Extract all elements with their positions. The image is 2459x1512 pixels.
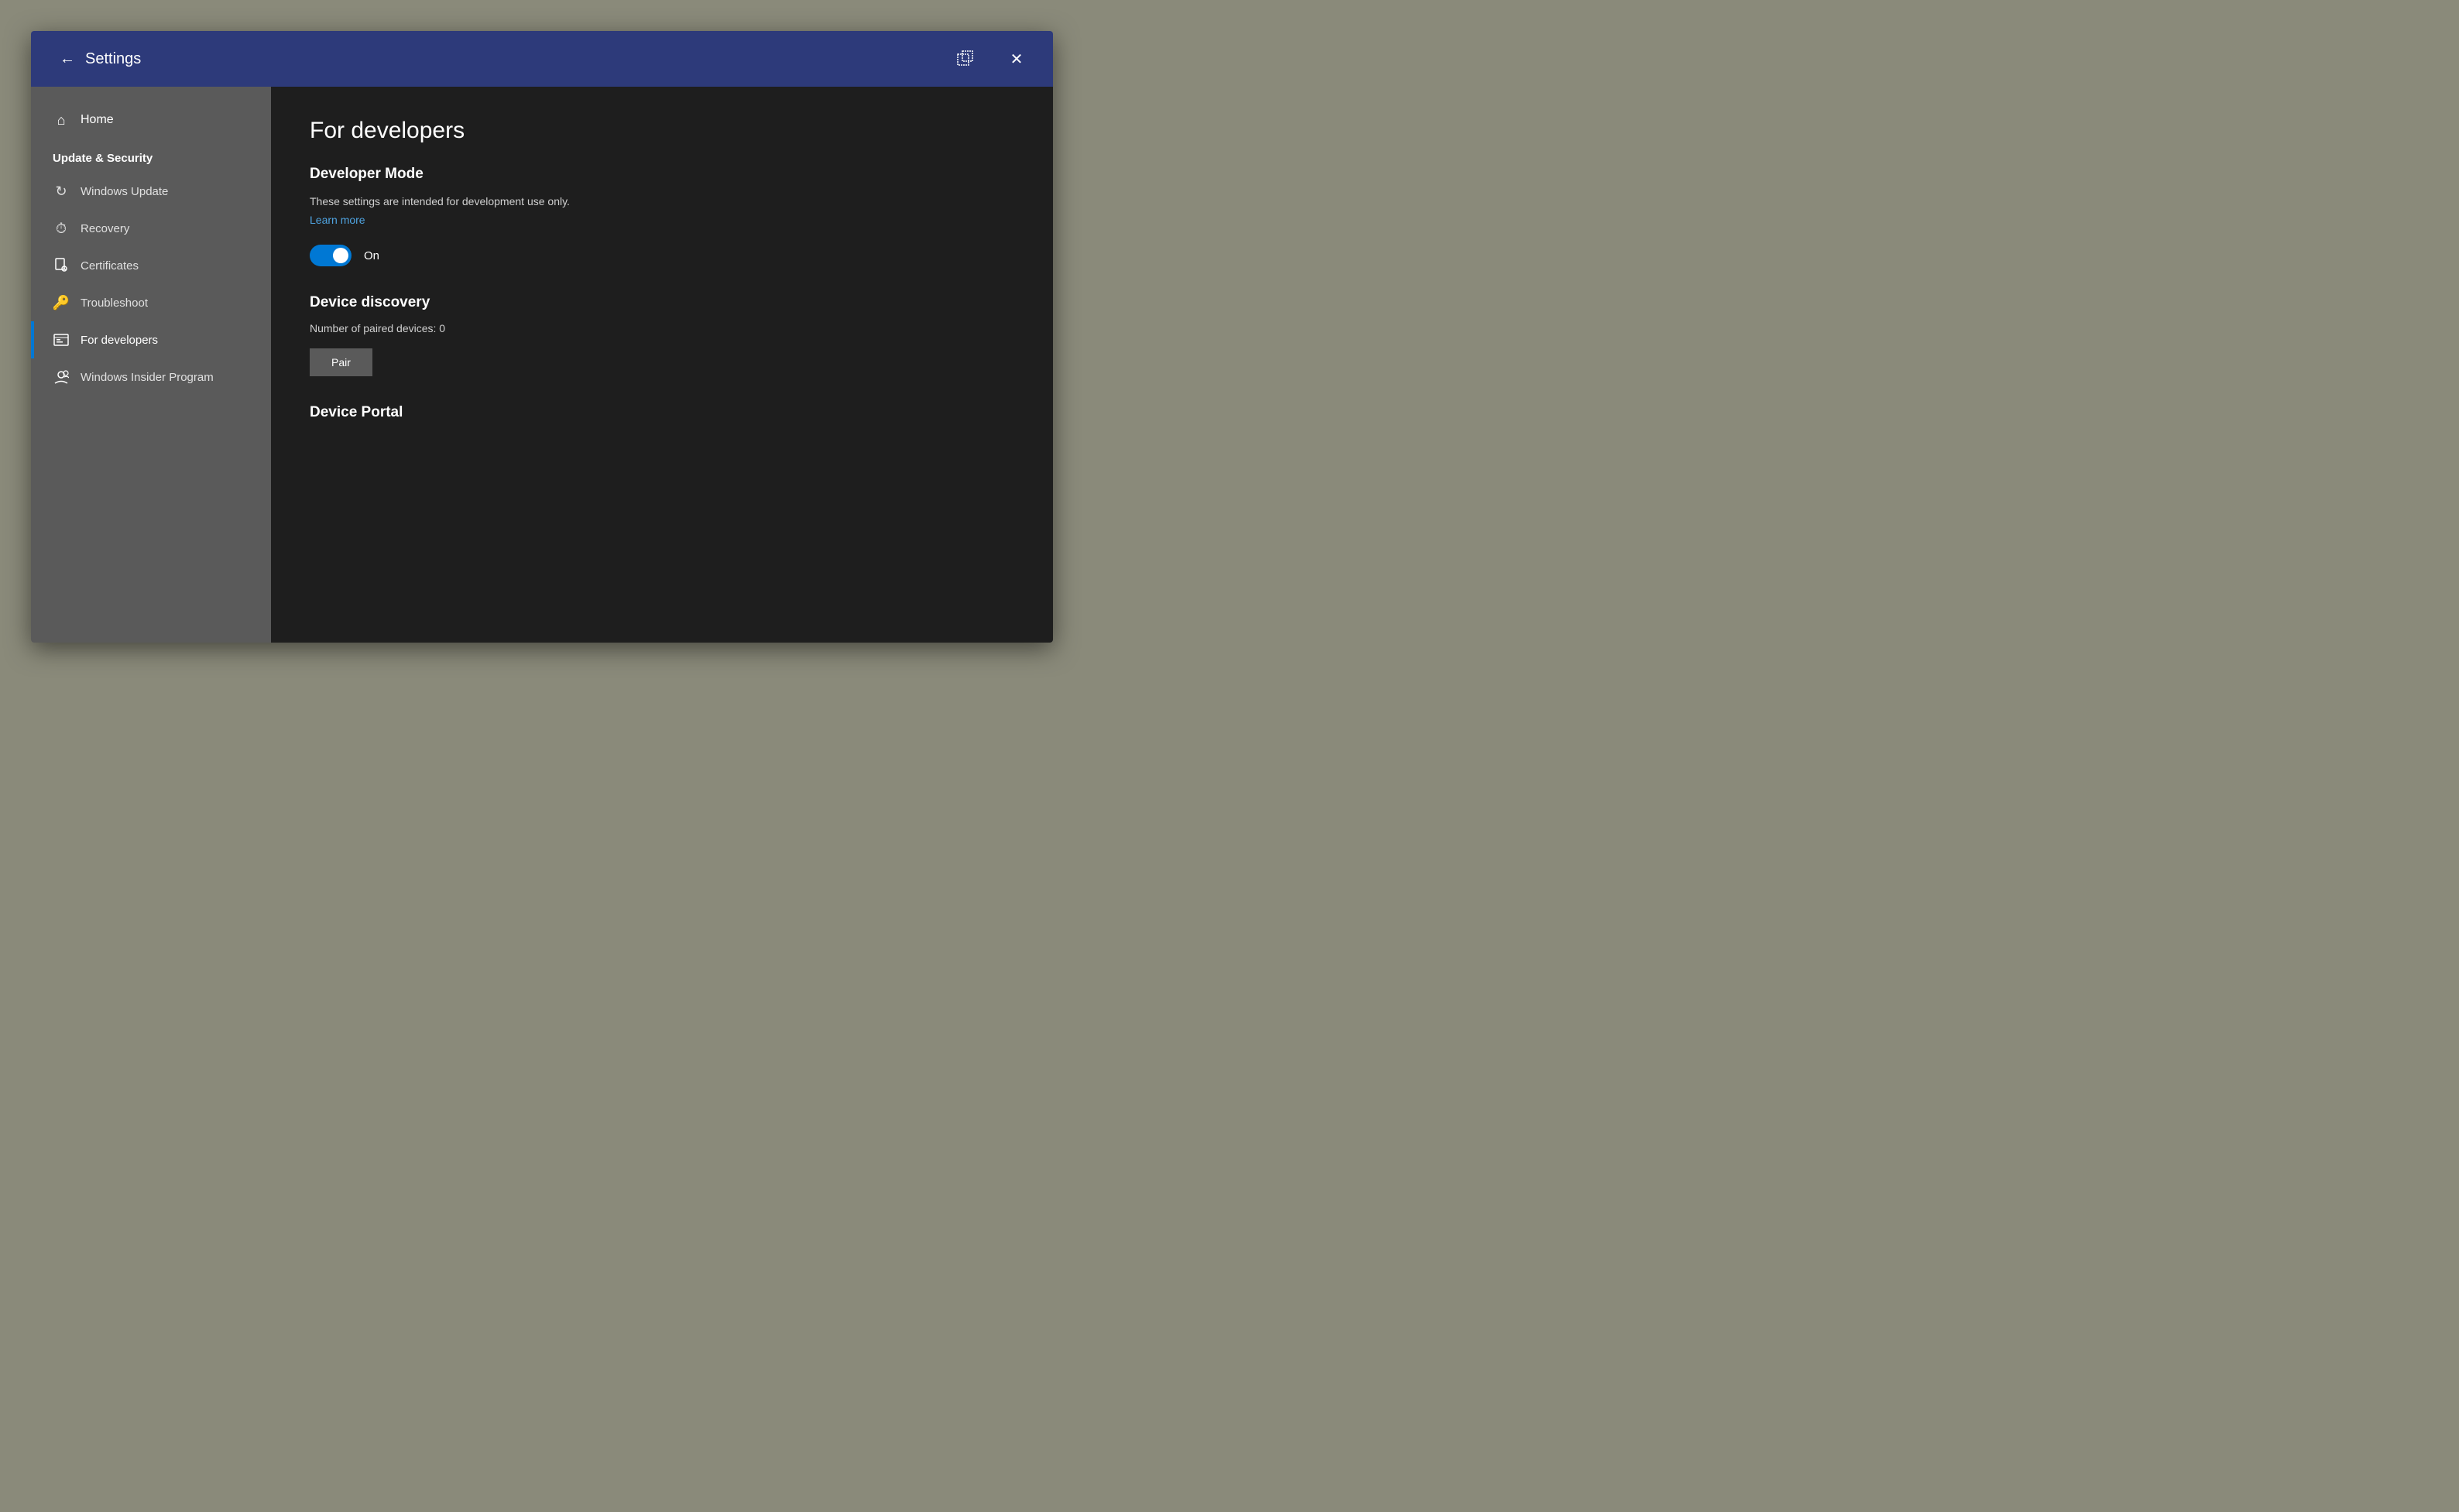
recovery-label: Recovery xyxy=(81,222,129,235)
sidebar-item-for-developers[interactable]: For developers xyxy=(31,321,271,358)
paired-devices-text: Number of paired devices: 0 xyxy=(310,322,1014,334)
learn-more-link[interactable]: Learn more xyxy=(310,214,365,226)
home-icon: ⌂ xyxy=(53,111,70,129)
sidebar-item-windows-update[interactable]: ↻ Windows Update xyxy=(31,173,271,210)
windows-update-icon: ↻ xyxy=(53,183,70,200)
windows-insider-label: Windows Insider Program xyxy=(81,371,214,384)
sidebar-item-certificates[interactable]: Certificates xyxy=(31,247,271,284)
recovery-icon: ⏱ xyxy=(53,220,70,237)
main-content: For developers Developer Mode These sett… xyxy=(271,87,1053,643)
toggle-knob xyxy=(333,248,348,263)
sidebar-section-title: Update & Security xyxy=(31,138,271,173)
developer-mode-toggle[interactable] xyxy=(310,245,352,266)
sidebar-item-home[interactable]: ⌂ Home xyxy=(31,102,271,138)
sidebar: ⌂ Home Update & Security ↻ Windows Updat… xyxy=(31,87,271,643)
developer-mode-description: These settings are intended for developm… xyxy=(310,195,1014,207)
page-title: For developers xyxy=(310,118,1014,144)
certificates-label: Certificates xyxy=(81,259,139,273)
pair-button[interactable]: Pair xyxy=(310,348,372,376)
back-button[interactable]: ← xyxy=(50,41,85,77)
device-discovery-heading: Device discovery xyxy=(310,294,1014,311)
home-label: Home xyxy=(81,113,114,127)
close-button[interactable]: ✕ xyxy=(999,41,1034,77)
windows-update-label: Windows Update xyxy=(81,185,168,198)
for-developers-label: For developers xyxy=(81,334,158,347)
sidebar-item-recovery[interactable]: ⏱ Recovery xyxy=(31,210,271,247)
for-developers-icon xyxy=(53,331,70,348)
window-controls: ✕ xyxy=(948,41,1034,77)
window-title: Settings xyxy=(85,50,948,68)
settings-window: ← Settings ✕ ⌂ Home Update & Security ↻ … xyxy=(31,31,1053,643)
windows-insider-icon xyxy=(53,369,70,386)
troubleshoot-icon: 🔑 xyxy=(53,294,70,311)
window-body: ⌂ Home Update & Security ↻ Windows Updat… xyxy=(31,87,1053,643)
developer-mode-heading: Developer Mode xyxy=(310,166,1014,183)
sidebar-item-troubleshoot[interactable]: 🔑 Troubleshoot xyxy=(31,284,271,321)
troubleshoot-label: Troubleshoot xyxy=(81,297,148,310)
titlebar: ← Settings ✕ xyxy=(31,31,1053,87)
restore-button[interactable] xyxy=(948,41,983,77)
device-portal-heading: Device Portal xyxy=(310,404,1014,421)
toggle-state-label: On xyxy=(364,249,379,262)
sidebar-item-windows-insider[interactable]: Windows Insider Program xyxy=(31,358,271,396)
certificates-icon xyxy=(53,257,70,274)
developer-mode-toggle-row: On xyxy=(310,245,1014,266)
